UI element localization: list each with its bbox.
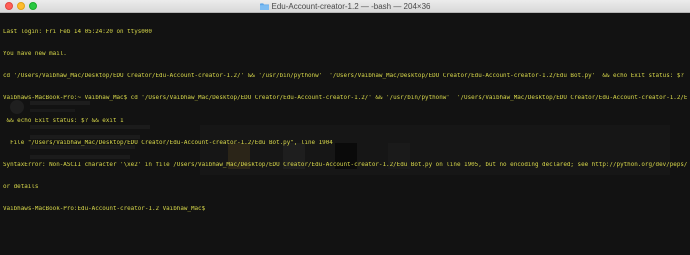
terminal-line: or details: [3, 184, 39, 191]
terminal-line: You have new mail.: [3, 51, 67, 58]
terminal-line: && echo Exit status: $? && exit 1: [3, 117, 124, 124]
title-group: Edu-Account-creator-1.2 — -bash — 204×36: [0, 0, 690, 13]
folder-icon: [259, 3, 269, 10]
terminal-line: cd '/Users/Vaibhaw_Mac/Desktop/EDU Creat…: [3, 73, 687, 80]
title-bar[interactable]: Edu-Account-creator-1.2 — -bash — 204×36: [0, 0, 690, 13]
terminal-line: Vaibhaws-MacBook-Pro:~ Vaibhaw_Mac$ cd '…: [3, 95, 687, 102]
terminal-content[interactable]: Last login: Fri Feb 14 05:24:20 on ttys0…: [0, 13, 690, 255]
terminal-output: Last login: Fri Feb 14 05:24:20 on ttys0…: [3, 14, 687, 229]
terminal-prompt-line[interactable]: Vaibhaws-MacBook-Pro:Edu-Account-creator…: [3, 206, 687, 213]
terminal-window: Edu-Account-creator-1.2 — -bash — 204×36…: [0, 0, 690, 255]
terminal-line: Last login: Fri Feb 14 05:24:20 on ttys0…: [3, 28, 152, 35]
terminal-line: File "/Users/Vaibhaw_Mac/Desktop/EDU Cre…: [3, 139, 333, 146]
window-title: Edu-Account-creator-1.2 — -bash — 204×36: [271, 2, 431, 11]
terminal-line: SyntaxError: Non-ASCII character '\xe2' …: [3, 162, 687, 169]
